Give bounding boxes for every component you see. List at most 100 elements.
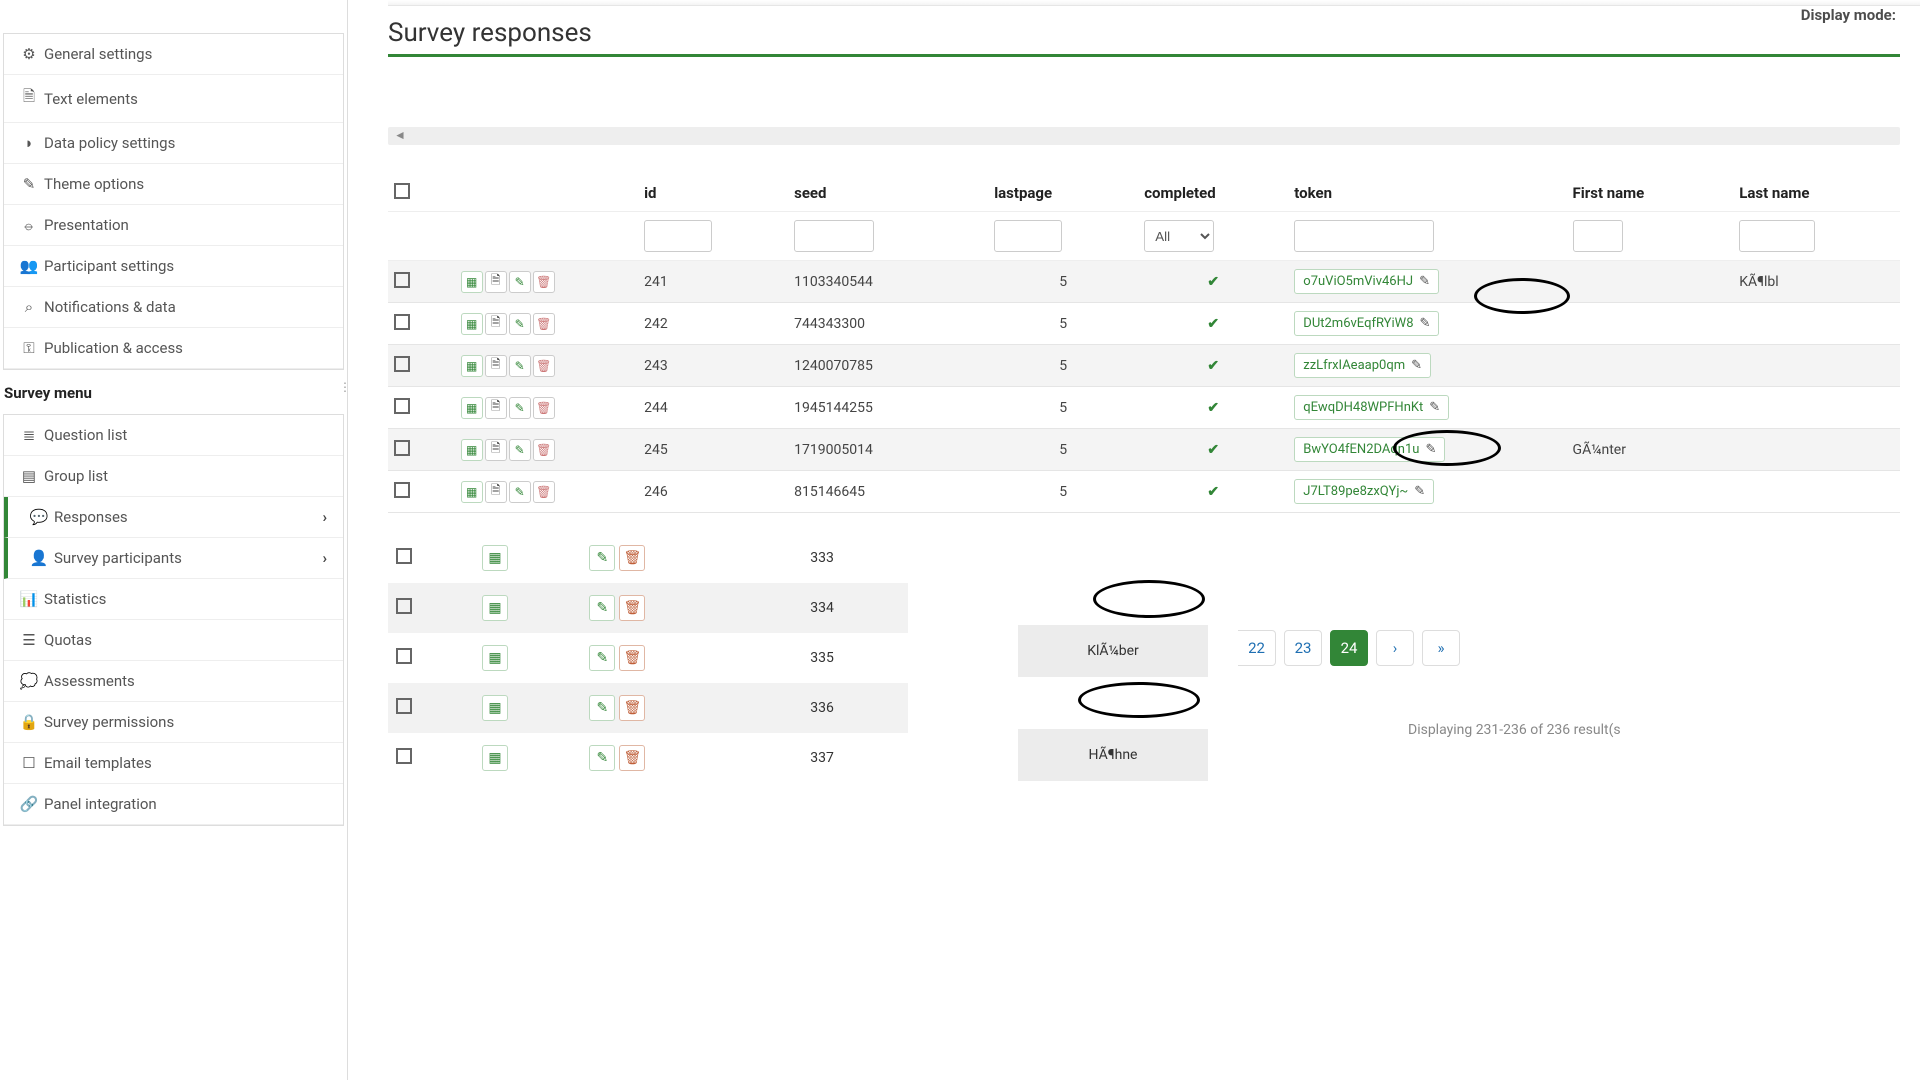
sidebar-item-data-policy-settings[interactable]: ◗Data policy settings [4,123,343,164]
sidebar-item-email-templates[interactable]: ☐Email templates [4,743,343,784]
row-checkbox[interactable] [394,482,410,498]
view-response-button[interactable]: 🗎 [485,397,507,419]
delete-response-button[interactable]: 🗑 [533,481,555,503]
col-lastpage[interactable]: lastpage [988,175,1138,212]
view-response-button[interactable]: 🗎 [485,271,507,293]
filter-last-name[interactable] [1739,220,1815,252]
row-checkbox[interactable] [396,548,412,564]
select-all-checkbox[interactable] [394,183,410,199]
col-last-name[interactable]: Last name [1733,175,1900,212]
page-22[interactable]: 22 [1238,630,1276,666]
edit-button[interactable]: ✎ [589,695,615,721]
edit-response-button[interactable]: ✎ [509,439,531,461]
page-24[interactable]: 24 [1330,630,1368,666]
view-button[interactable]: ▦ [482,695,508,721]
sidebar-item-panel-integration[interactable]: 🔗Panel integration [4,784,343,825]
view-details-button[interactable]: ▦ [461,355,483,377]
edit-token-icon[interactable]: ✎ [1420,316,1431,331]
filter-seed[interactable] [794,220,874,252]
row-checkbox[interactable] [394,314,410,330]
token-chip[interactable]: qEwqDH48WPFHnKt ✎ [1294,395,1449,420]
col-completed[interactable]: completed [1138,175,1288,212]
sidebar-item-notifications-data[interactable]: ⌕Notifications & data [4,287,343,328]
view-response-button[interactable]: 🗎 [485,355,507,377]
sidebar-item-survey-permissions[interactable]: 🔒Survey permissions [4,702,343,743]
row-checkbox[interactable] [396,748,412,764]
edit-button[interactable]: ✎ [589,745,615,771]
sidebar-item-survey-participants[interactable]: 👤Survey participants› [4,538,343,579]
edit-response-button[interactable]: ✎ [509,313,531,335]
delete-button[interactable]: 🗑 [619,745,645,771]
page-last[interactable]: » [1422,630,1460,666]
delete-response-button[interactable]: 🗑 [533,439,555,461]
sidebar-item-text-elements[interactable]: 🗎Text elements [4,75,343,123]
edit-response-button[interactable]: ✎ [509,481,531,503]
edit-button[interactable]: ✎ [589,645,615,671]
sidebar-item-quotas[interactable]: ☰Quotas [4,620,343,661]
token-chip[interactable]: DUt2m6vEqfRYiW8 ✎ [1294,311,1439,336]
col-id[interactable]: id [638,175,788,212]
edit-response-button[interactable]: ✎ [509,397,531,419]
filter-first-name[interactable] [1573,220,1623,252]
edit-token-icon[interactable]: ✎ [1419,274,1430,289]
delete-button[interactable]: 🗑 [619,645,645,671]
row-checkbox[interactable] [394,272,410,288]
sidebar-item-presentation[interactable]: ⦵Presentation [4,205,343,246]
view-details-button[interactable]: ▦ [461,439,483,461]
edit-token-icon[interactable]: ✎ [1411,358,1422,373]
view-response-button[interactable]: 🗎 [485,439,507,461]
view-button[interactable]: ▦ [482,595,508,621]
view-button[interactable]: ▦ [482,545,508,571]
sidebar-drag-handle[interactable]: ⋮ [339,380,348,394]
view-details-button[interactable]: ▦ [461,397,483,419]
delete-response-button[interactable]: 🗑 [533,271,555,293]
delete-button[interactable]: 🗑 [619,545,645,571]
edit-token-icon[interactable]: ✎ [1414,484,1425,499]
row-checkbox[interactable] [394,398,410,414]
view-response-button[interactable]: 🗎 [485,313,507,335]
delete-response-button[interactable]: 🗑 [533,397,555,419]
edit-response-button[interactable]: ✎ [509,355,531,377]
sidebar-item-question-list[interactable]: ≣Question list [4,415,343,456]
view-details-button[interactable]: ▦ [461,481,483,503]
token-chip[interactable]: BwYO4fEN2DAqn1u ✎ [1294,437,1445,462]
col-token[interactable]: token [1288,175,1566,212]
row-checkbox[interactable] [396,598,412,614]
filter-id[interactable] [644,220,712,252]
sidebar-item-participant-settings[interactable]: 👥Participant settings [4,246,343,287]
view-details-button[interactable]: ▦ [461,271,483,293]
sidebar-item-assessments[interactable]: 💭Assessments [4,661,343,702]
sidebar-item-group-list[interactable]: ▤Group list [4,456,343,497]
sidebar-item-statistics[interactable]: 📊Statistics [4,579,343,620]
row-checkbox[interactable] [396,648,412,664]
page-23[interactable]: 23 [1284,630,1322,666]
filter-token[interactable] [1294,220,1434,252]
delete-response-button[interactable]: 🗑 [533,355,555,377]
edit-token-icon[interactable]: ✎ [1425,442,1436,457]
filter-lastpage[interactable] [994,220,1062,252]
sidebar-item-responses[interactable]: 💬Responses› [4,497,343,538]
edit-button[interactable]: ✎ [589,595,615,621]
row-checkbox[interactable] [394,356,410,372]
horizontal-scroll-strip[interactable]: ◄ [388,127,1900,145]
filter-completed[interactable]: All [1144,220,1214,252]
token-chip[interactable]: zzLfrxIAeaap0qm ✎ [1294,353,1431,378]
row-checkbox[interactable] [394,440,410,456]
scroll-left-icon[interactable]: ◄ [394,128,406,142]
token-chip[interactable]: o7uViO5mViv46HJ ✎ [1294,269,1439,294]
edit-token-icon[interactable]: ✎ [1429,400,1440,415]
delete-button[interactable]: 🗑 [619,695,645,721]
delete-button[interactable]: 🗑 [619,595,645,621]
view-response-button[interactable]: 🗎 [485,481,507,503]
col-seed[interactable]: seed [788,175,988,212]
sidebar-item-theme-options[interactable]: ✎Theme options [4,164,343,205]
edit-button[interactable]: ✎ [589,545,615,571]
sidebar-item-general-settings[interactable]: ⚙General settings [4,34,343,75]
view-button[interactable]: ▦ [482,745,508,771]
view-details-button[interactable]: ▦ [461,313,483,335]
token-chip[interactable]: J7LT89pe8zxQYj~ ✎ [1294,479,1434,504]
view-button[interactable]: ▦ [482,645,508,671]
col-first-name[interactable]: First name [1567,175,1734,212]
delete-response-button[interactable]: 🗑 [533,313,555,335]
page-next[interactable]: › [1376,630,1414,666]
